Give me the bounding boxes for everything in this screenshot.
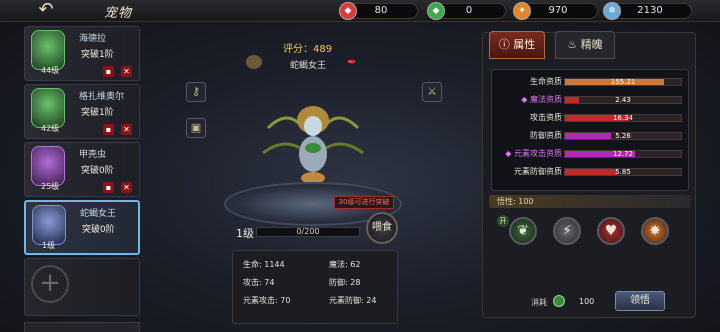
stat-mp: 魔法: 62 [329, 260, 361, 269]
aptitude-row: 攻击资质 16.34 [492, 112, 690, 124]
aptitude-value: 5.85 [615, 168, 631, 176]
aptitude-row: 生命资质 155.21 [492, 76, 690, 88]
burst-skill-icon[interactable]: ✸ [641, 217, 669, 245]
feather-icon[interactable]: ✒ [347, 55, 363, 69]
aptitude-value: 155.21 [610, 78, 636, 86]
feed-button[interactable]: 喂食 [366, 212, 398, 244]
pet-screen: ↶ 宠物 ◆ 80 ◆ 0 ✦ 970 ❄ 2130 44级 海德拉 突破1阶 … [0, 0, 720, 332]
aptitude-label: ◆ 魔法资质 [521, 95, 562, 104]
back-button[interactable]: ↶ [26, 1, 66, 21]
pet-rest-button[interactable]: ▪ [103, 66, 114, 77]
pet-score: 评分：489 [283, 44, 333, 55]
flame-icon: ♨ [567, 38, 578, 51]
tab-attributes[interactable]: ⓘ 属性 [489, 31, 545, 59]
sword-icon[interactable]: ⚔ [422, 82, 442, 102]
cost-value: 100 [579, 297, 595, 306]
tab-spirit[interactable]: ♨ 精魄 [555, 31, 615, 59]
comprehension-bar: 悟性: 100 [489, 195, 691, 208]
pet-release-button[interactable]: ✕ [121, 182, 132, 193]
stat-elem-def: 元素防御: 24 [329, 296, 377, 305]
pet-card[interactable]: 44级 海德拉 突破1阶 ▪ ✕ [24, 26, 140, 81]
aptitude-label: 防御资质 [530, 131, 562, 140]
cost-label: 消耗 [531, 298, 547, 307]
aptitude-label: 元素防御资质 [514, 167, 562, 176]
empty-pet-slot[interactable] [24, 322, 140, 332]
stat-atk: 攻击: 74 [243, 278, 275, 287]
pet-release-button[interactable]: ✕ [121, 124, 132, 135]
heart-icon[interactable] [246, 55, 262, 69]
plus-icon: + [31, 265, 69, 303]
lock-icon[interactable]: ▣ [186, 118, 206, 138]
pet-name-title: 蛇蝎女王 [290, 61, 327, 71]
heart-skill-icon[interactable]: ♥ [597, 217, 625, 245]
pet-avatar [31, 146, 65, 186]
pet-avatar [32, 205, 66, 245]
aptitude-label: 生命资质 [530, 77, 562, 86]
pet-card[interactable]: 25级 甲壳虫 突破0阶 ▪ ✕ [24, 142, 140, 197]
pet-rest-button[interactable]: ▪ [103, 182, 114, 193]
stat-hp: 生命: 1144 [243, 260, 285, 269]
comprehend-button[interactable]: 领悟 [615, 291, 665, 311]
aptitude-list: 生命资质 155.21 ◆ 魔法资质 2.43 攻击资质 16.34 防御资质 5.26 ◆ 元… [491, 69, 689, 191]
aptitude-row: 元素防御资质 5.85 [492, 166, 690, 178]
resource-red-gem: ◆ 80 [339, 2, 418, 20]
resource-green-gem: ◆ 0 [427, 2, 506, 20]
claw-skill-icon[interactable]: ⚡ [553, 217, 581, 245]
info-icon: ⓘ [498, 38, 510, 51]
stat-elem-atk: 元素攻击: 70 [243, 296, 291, 305]
aptitude-value: 5.26 [615, 132, 631, 140]
aptitude-label: 攻击资质 [530, 113, 562, 122]
pet-model [262, 106, 364, 184]
aptitude-row: 防御资质 5.26 [492, 130, 690, 142]
resource-flame: ✦ 970 [513, 2, 598, 20]
pet-level: 1级 [236, 227, 254, 240]
pet-avatar [31, 30, 65, 70]
leaf-skill-icon[interactable]: ❦ [509, 217, 537, 245]
green-gem-icon [553, 295, 565, 307]
stat-def: 防御: 28 [329, 278, 361, 287]
aptitude-value: 2.43 [615, 96, 631, 104]
pet-card[interactable]: 42级 格扎维奥尔 突破1阶 ▪ ✕ [24, 84, 140, 139]
attribute-panel: ⓘ 属性 ♨ 精魄 生命资质 155.21 ◆ 魔法资质 2.43 攻击资质 16.34 防… [482, 31, 696, 318]
page-title: 宠物 [104, 6, 133, 21]
stats-panel: 生命: 1144 魔法: 62 攻击: 74 防御: 28 元素攻击: 70 元… [232, 250, 398, 324]
pet-list: 44级 海德拉 突破1阶 ▪ ✕ 42级 格扎维奥尔 突破1阶 ▪ ✕ 25级 … [24, 26, 142, 332]
pet-rest-button[interactable]: ▪ [103, 124, 114, 135]
pet-avatar [31, 88, 65, 128]
back-arrow-icon: ↶ [38, 0, 54, 20]
empty-pet-slot[interactable]: + [24, 258, 140, 316]
breakthrough-hint: 30级可进行突破 [334, 196, 394, 209]
pet-card-selected[interactable]: 1级 蛇蝎女王 突破0阶 [24, 200, 140, 255]
key-icon[interactable]: ⚷ [186, 82, 206, 102]
pet-release-button[interactable]: ✕ [121, 66, 132, 77]
skill-toggle[interactable]: 开 [497, 215, 509, 227]
aptitude-row: ◆ 魔法资质 2.43 [492, 94, 690, 106]
exp-bar: 0/200 [256, 227, 360, 237]
aptitude-value: 12.72 [612, 150, 634, 158]
aptitude-row: ◆ 元素攻击资质 12.72 [492, 148, 690, 160]
resource-snowflake: ❄ 2130 [603, 2, 692, 20]
top-bar: ↶ 宠物 ◆ 80 ◆ 0 ✦ 970 ❄ 2130 [0, 0, 720, 22]
aptitude-value: 16.34 [612, 114, 634, 122]
aptitude-label: ◆ 元素攻击资质 [505, 149, 562, 158]
